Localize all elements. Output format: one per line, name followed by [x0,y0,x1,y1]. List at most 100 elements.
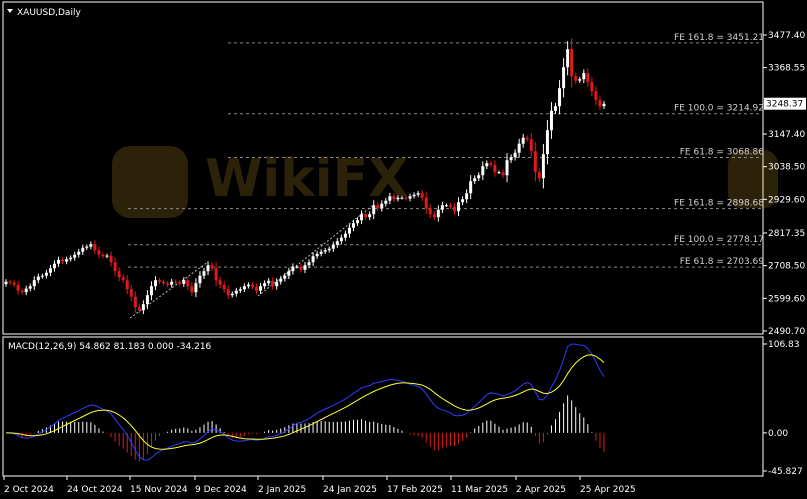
chart-canvas: WikiFX XAUUSD,Daily FE 161.8 = 3451.21 FE… [2,1,806,495]
candle-body [590,82,594,92]
candle-body [238,289,242,291]
fib-level-label: FE 61.8 = 3068.86 [680,148,765,158]
candle-body [384,200,388,204]
candle-body [194,283,198,293]
candle-body [8,281,12,283]
candle-body [287,271,291,276]
candle-body [517,143,521,153]
fib-level-label: FE 161.8 = 2898.68 [674,199,764,209]
candle-body [117,271,121,278]
y-tick-label: 2817.35 [768,229,805,239]
candle-body [396,197,400,200]
candle-body [275,281,279,287]
candle-body [210,265,214,269]
candle-body [93,244,97,251]
candle-body [12,282,16,285]
candle-body [24,288,28,293]
candle-body [44,272,48,276]
fib-level-label: FE 100.0 = 3214.92 [674,104,764,114]
candle-body [190,286,194,293]
candle-body [392,196,396,200]
candle-body [154,280,157,287]
candle-body [255,286,259,291]
candle-body [28,286,32,289]
candle-body [242,286,246,290]
candle-body [246,284,250,287]
candle-body [586,73,590,83]
candle-body [541,154,545,179]
candle-body [331,244,335,249]
candle-body [473,178,477,182]
candle-body [145,295,149,305]
x-tick-label: 17 Feb 2025 [387,485,443,495]
candle-body [166,283,170,285]
y-tick-label: 3147.40 [768,130,805,140]
candle-body [440,205,444,210]
x-tick-label: 9 Dec 2024 [195,485,247,495]
candle-body [323,250,327,252]
candle-body [57,259,61,264]
candle-body [162,281,166,284]
candle-body [315,253,319,257]
candle-body [133,296,137,308]
candle-body [428,208,432,215]
fib-level-label: FE 161.8 = 3451.21 [674,33,764,43]
candle-body [364,214,368,218]
candle-body [158,280,162,282]
candle-body [202,271,206,276]
candle-body [574,76,578,81]
candle-body [497,172,501,174]
fib-level-label: FE 100.0 = 2778.17 [674,235,764,245]
candle-body [529,139,533,152]
candle-body [444,205,448,207]
candle-body [230,293,234,296]
candle-body [303,265,307,270]
candle-body [61,259,65,262]
y-tick-label: 3368.55 [768,64,805,74]
y-tick-label: 2929.60 [768,195,805,205]
last-price-label: 3248.37 [766,100,803,110]
candle-body [259,286,263,291]
candle-body [533,151,537,173]
candle-body [513,152,517,158]
candle-body [598,100,602,107]
candle-body [457,202,461,212]
candle-body [226,289,230,296]
candle-body [545,130,549,155]
candle-body [554,106,558,111]
y-tick-label: 2599.60 [768,294,805,304]
candle-body [578,79,582,81]
macd-readout: MACD(12,26,9) 54.862 81.183 0.000 -34.21… [8,342,212,352]
candle-body [16,284,20,291]
candle-body [81,247,85,252]
candle-body [549,110,553,131]
candle-body [85,246,89,248]
candle-body [36,276,40,281]
candle-body [299,266,303,270]
candle-body [307,262,311,266]
x-tick-label: 24 Oct 2024 [67,485,123,495]
candle-body [368,214,372,218]
y-tick-label: 3038.50 [768,163,805,173]
candle-body [32,280,36,287]
candle-body [501,172,505,176]
candle-body [295,266,299,268]
candle-body [509,157,513,161]
candle-body [469,181,473,194]
candle-body [198,275,202,284]
candle-body [505,160,509,176]
candle-body [525,137,529,140]
candle-body [121,277,125,281]
candle-body [489,163,493,165]
candle-body [283,275,287,279]
candle-body [73,254,77,258]
x-tick-label: 11 Mar 2025 [451,485,508,495]
candle-body [436,209,440,218]
macd-panel [2,336,764,477]
candle-body [416,193,420,195]
candle-body [404,197,408,199]
candle-body [339,237,343,242]
macd-y-tick-label: 106.83 [768,340,800,350]
candle-body [477,175,481,179]
candle-body [493,164,497,173]
